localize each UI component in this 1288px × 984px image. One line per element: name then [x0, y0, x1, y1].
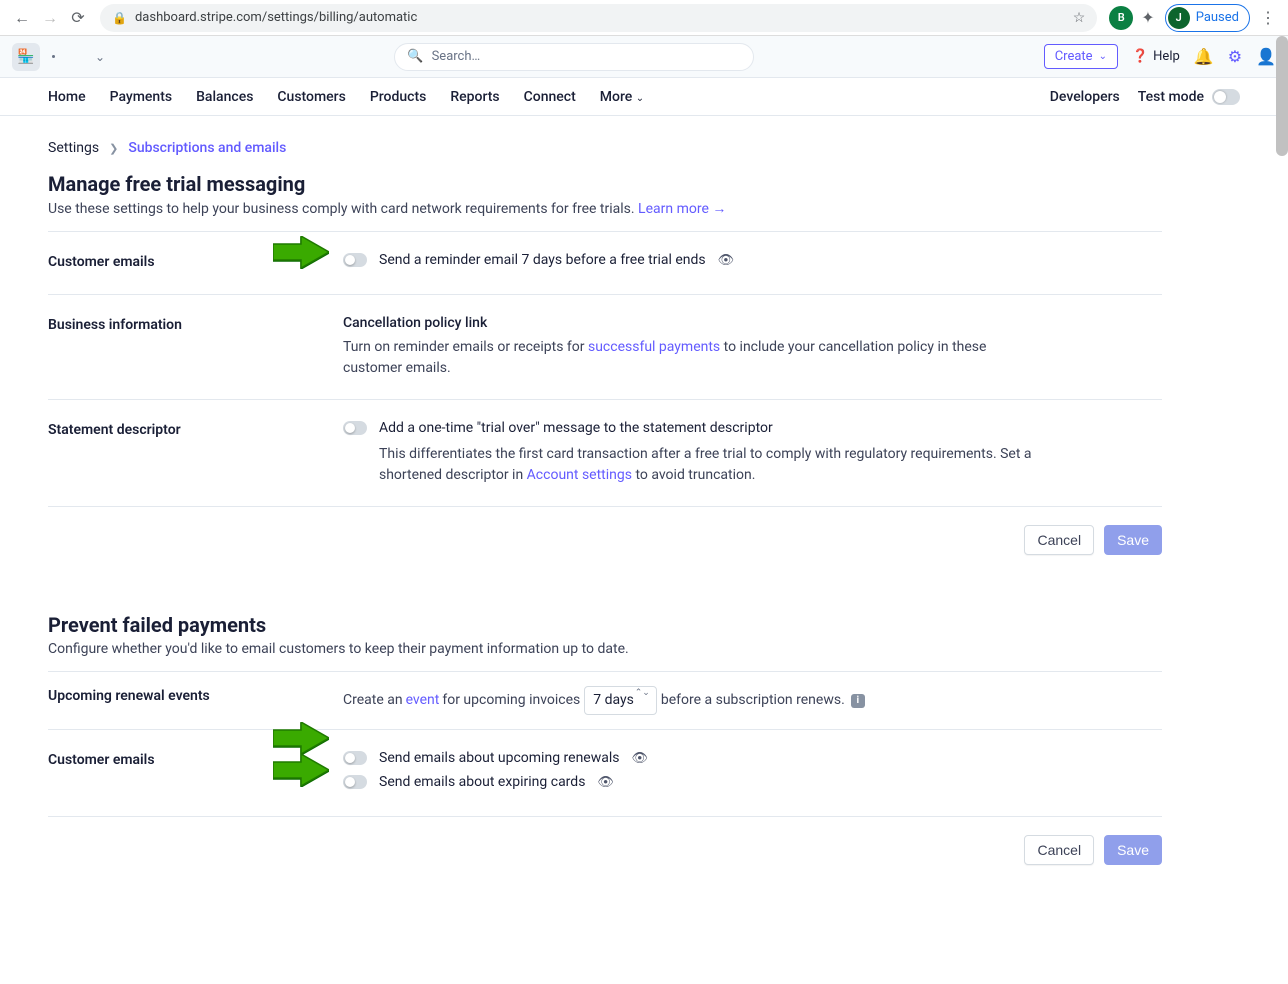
- search-placeholder: Search…: [432, 49, 481, 64]
- forward-button[interactable]: →: [38, 6, 62, 30]
- row-label: Customer emails: [48, 750, 343, 796]
- actions-failed: Cancel Save: [48, 816, 1162, 883]
- settings-gear-icon[interactable]: ⚙: [1228, 47, 1242, 66]
- cancellation-policy-subtitle: Cancellation policy link: [343, 315, 1162, 331]
- test-mode-label: Test mode: [1138, 89, 1204, 105]
- save-button[interactable]: Save: [1104, 525, 1162, 555]
- omnibox[interactable]: 🔒 dashboard.stripe.com/settings/billing/…: [100, 4, 1097, 32]
- toggle-upcoming-renewals[interactable]: [343, 751, 367, 765]
- cancel-button[interactable]: Cancel: [1024, 525, 1094, 555]
- chevron-down-icon: ⌄: [636, 93, 644, 104]
- profile-avatar: J: [1168, 7, 1190, 29]
- help-icon: ❓: [1132, 49, 1148, 64]
- chevron-right-icon: ❯: [109, 142, 118, 155]
- row-upcoming-renewal: Upcoming renewal events Create an event …: [48, 672, 1162, 729]
- successful-payments-link[interactable]: successful payments: [588, 339, 720, 355]
- browser-chrome: ← → ⟳ 🔒 dashboard.stripe.com/settings/bi…: [0, 0, 1288, 36]
- toggle-expiring-cards-label: Send emails about expiring cards: [379, 774, 585, 790]
- row-customer-emails-failed: Customer emails Send emails about upcomi…: [48, 729, 1162, 816]
- reload-button[interactable]: ⟳: [66, 6, 90, 30]
- search-input[interactable]: 🔍 Search…: [394, 43, 754, 71]
- toggle-trial-over-descriptor[interactable]: [343, 421, 367, 435]
- nav-products[interactable]: Products: [370, 89, 427, 105]
- back-button[interactable]: ←: [10, 6, 34, 30]
- nav-connect[interactable]: Connect: [524, 89, 576, 105]
- app-header: 🏪 ⌄ 🔍 Search… Create ⌄ ❓ Help 🔔 ⚙ 👤: [0, 36, 1288, 78]
- chrome-menu-icon[interactable]: ⋮: [1256, 8, 1280, 27]
- extensions-icon[interactable]: ✦: [1141, 8, 1154, 27]
- url-text: dashboard.stripe.com/settings/billing/au…: [135, 10, 417, 25]
- info-icon[interactable]: i: [851, 694, 865, 708]
- renewal-event-text: Create an event for upcoming invoices 7 …: [343, 686, 1003, 715]
- toggle-expiring-cards[interactable]: [343, 775, 367, 789]
- section-title-trial: Manage free trial messaging: [48, 172, 1162, 196]
- bookmark-star-icon[interactable]: ☆: [1073, 10, 1086, 26]
- breadcrumb: Settings ❯ Subscriptions and emails: [48, 140, 1162, 156]
- notifications-icon[interactable]: 🔔: [1194, 47, 1214, 66]
- breadcrumb-settings[interactable]: Settings: [48, 140, 99, 156]
- toggle-trial-over-label: Add a one-time "trial over" message to t…: [379, 420, 773, 436]
- row-statement-descriptor: Statement descriptor Add a one-time "tri…: [48, 399, 1162, 506]
- account-switcher-chevron-icon[interactable]: ⌄: [95, 50, 105, 64]
- create-button[interactable]: Create ⌄: [1044, 44, 1118, 69]
- search-icon: 🔍: [407, 49, 423, 64]
- nav-developers[interactable]: Developers: [1050, 89, 1120, 105]
- help-link[interactable]: ❓ Help: [1132, 49, 1180, 64]
- account-indicator: [52, 55, 55, 58]
- row-business-info: Business information Cancellation policy…: [48, 294, 1162, 399]
- toggle-reminder-email[interactable]: [343, 253, 367, 267]
- toggle-upcoming-renewals-label: Send emails about upcoming renewals: [379, 750, 620, 766]
- row-label: Upcoming renewal events: [48, 686, 343, 715]
- section-desc-failed: Configure whether you'd like to email cu…: [48, 641, 1162, 657]
- nav-home[interactable]: Home: [48, 89, 86, 105]
- page-content: Settings ❯ Subscriptions and emails Mana…: [0, 116, 1210, 923]
- preview-eye-icon[interactable]: 👁: [718, 253, 735, 268]
- preview-eye-icon[interactable]: 👁: [597, 775, 614, 790]
- cancel-button[interactable]: Cancel: [1024, 835, 1094, 865]
- lock-icon: 🔒: [112, 11, 127, 25]
- statement-descriptor-text: This differentiates the first card trans…: [379, 444, 1039, 486]
- nav-reports[interactable]: Reports: [450, 89, 499, 105]
- nav-balances[interactable]: Balances: [196, 89, 253, 105]
- nav-more[interactable]: More ⌄: [600, 89, 644, 105]
- paused-label: Paused: [1196, 10, 1239, 25]
- chevron-down-icon: ⌄: [1099, 51, 1107, 62]
- event-link[interactable]: event: [406, 690, 440, 711]
- row-customer-emails-trial: Customer emails Send a reminder email 7 …: [48, 232, 1162, 294]
- nav-payments[interactable]: Payments: [110, 89, 173, 105]
- profile-icon[interactable]: 👤: [1256, 47, 1276, 66]
- preview-eye-icon[interactable]: 👁: [632, 751, 649, 766]
- help-label: Help: [1153, 49, 1180, 64]
- extension-badge[interactable]: B: [1109, 6, 1133, 30]
- test-mode-toggle[interactable]: Test mode: [1138, 89, 1240, 105]
- section-title-failed: Prevent failed payments: [48, 613, 1162, 637]
- account-settings-link[interactable]: Account settings: [527, 467, 632, 483]
- store-logo-icon[interactable]: 🏪: [12, 43, 40, 71]
- learn-more-link[interactable]: Learn more →: [638, 201, 726, 217]
- main-nav: Home Payments Balances Customers Product…: [0, 78, 1288, 116]
- toggle-reminder-label: Send a reminder email 7 days before a fr…: [379, 252, 706, 268]
- nav-customers[interactable]: Customers: [277, 89, 345, 105]
- save-button[interactable]: Save: [1104, 835, 1162, 865]
- row-label: Statement descriptor: [48, 420, 343, 486]
- actions-trial: Cancel Save: [48, 506, 1162, 573]
- create-label: Create: [1055, 49, 1093, 64]
- breadcrumb-current[interactable]: Subscriptions and emails: [128, 140, 286, 156]
- test-mode-switch[interactable]: [1212, 89, 1240, 105]
- row-label: Business information: [48, 315, 343, 379]
- renewal-days-select[interactable]: 7 days: [584, 686, 657, 715]
- scrollbar[interactable]: [1276, 36, 1288, 156]
- row-label: Customer emails: [48, 252, 343, 274]
- section-desc-trial: Use these settings to help your business…: [48, 200, 1162, 217]
- cancellation-policy-text: Turn on reminder emails or receipts for …: [343, 337, 1003, 379]
- profile-paused-pill[interactable]: J Paused: [1165, 4, 1250, 32]
